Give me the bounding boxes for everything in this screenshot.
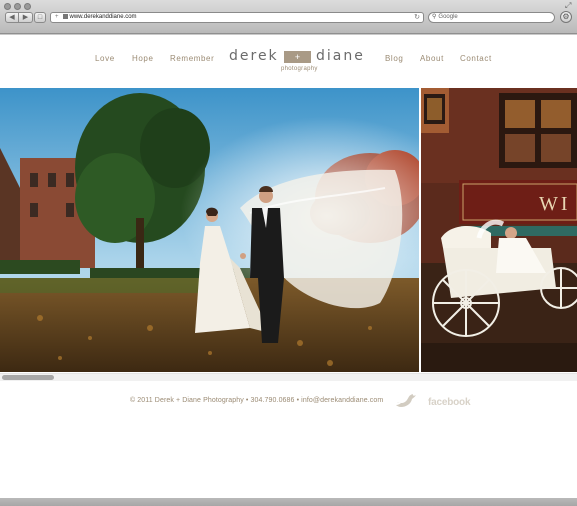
nav-item-remember[interactable]: Remember (170, 54, 214, 63)
add-bookmark-button[interactable]: □ (34, 12, 46, 23)
gear-icon[interactable]: ⚙ (560, 11, 572, 23)
twitter-icon[interactable] (395, 392, 417, 413)
couple-photo-image (0, 88, 419, 372)
search-icon: ⚲ (432, 14, 437, 20)
web-page: Love Hope Remember derek + diane photogr… (0, 35, 577, 498)
gallery-photo-carriage[interactable]: WI (421, 88, 577, 372)
nav-item-about[interactable]: About (420, 54, 444, 63)
storefront-sign-text: WI (539, 193, 571, 215)
search-placeholder: Google (438, 14, 458, 20)
history-buttons: ◀ ▶ (5, 12, 33, 23)
resize-icon[interactable]: ⤢ (565, 2, 573, 10)
browser-bottom-bar (0, 498, 577, 506)
nav-item-contact[interactable]: Contact (460, 54, 492, 63)
logo-word-derek: derek (229, 48, 279, 64)
footer-contact-text: © 2011 Derek + Diane Photography • 304.7… (130, 397, 384, 404)
reload-icon[interactable]: ↻ (414, 13, 420, 22)
url-text: www.derekanddiane.com (69, 14, 137, 20)
logo-word-diane: diane (316, 48, 365, 64)
site-nav: Love Hope Remember derek + diane photogr… (0, 35, 577, 87)
plus-icon[interactable]: + (55, 14, 59, 20)
close-window-icon[interactable] (4, 3, 11, 10)
site-logo[interactable]: derek + diane photography (229, 48, 369, 77)
logo-subtitle: photography (281, 66, 318, 72)
gallery-photo-couple[interactable] (0, 88, 419, 372)
address-bar[interactable]: + www.derekanddiane.com ↻ (50, 12, 424, 23)
favicon-icon (62, 13, 68, 19)
carriage-photo-image: WI (421, 88, 577, 372)
logo-mark: + (284, 51, 311, 63)
minimize-window-icon[interactable] (14, 3, 21, 10)
gallery-scrollbar[interactable] (0, 373, 577, 381)
gallery-scrollbar-thumb[interactable] (2, 375, 54, 380)
nav-item-blog[interactable]: Blog (385, 54, 403, 63)
zoom-window-icon[interactable] (24, 3, 31, 10)
nav-item-love[interactable]: Love (95, 54, 115, 63)
nav-item-hope[interactable]: Hope (132, 54, 154, 63)
back-button[interactable]: ◀ (5, 12, 19, 23)
browser-chrome: ⤢ ◀ ▶ □ + www.derekanddiane.com ↻ ⚲ Google… (0, 0, 577, 34)
photo-gallery: WI (0, 88, 577, 372)
forward-button[interactable]: ▶ (19, 12, 33, 23)
window-controls (4, 3, 31, 10)
search-input[interactable]: ⚲ Google (428, 12, 555, 23)
facebook-link[interactable]: facebook (428, 397, 471, 408)
